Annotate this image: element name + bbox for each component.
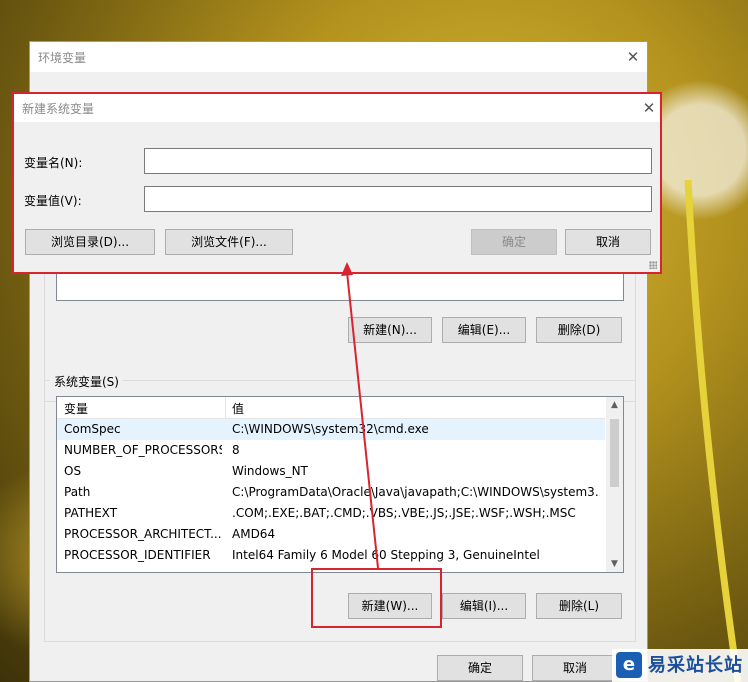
annotation-arrow xyxy=(341,262,379,569)
watermark-logo: e xyxy=(616,652,642,678)
watermark: e 易采站长站 xyxy=(612,649,748,682)
watermark-text: 易采站长站 xyxy=(648,655,743,676)
